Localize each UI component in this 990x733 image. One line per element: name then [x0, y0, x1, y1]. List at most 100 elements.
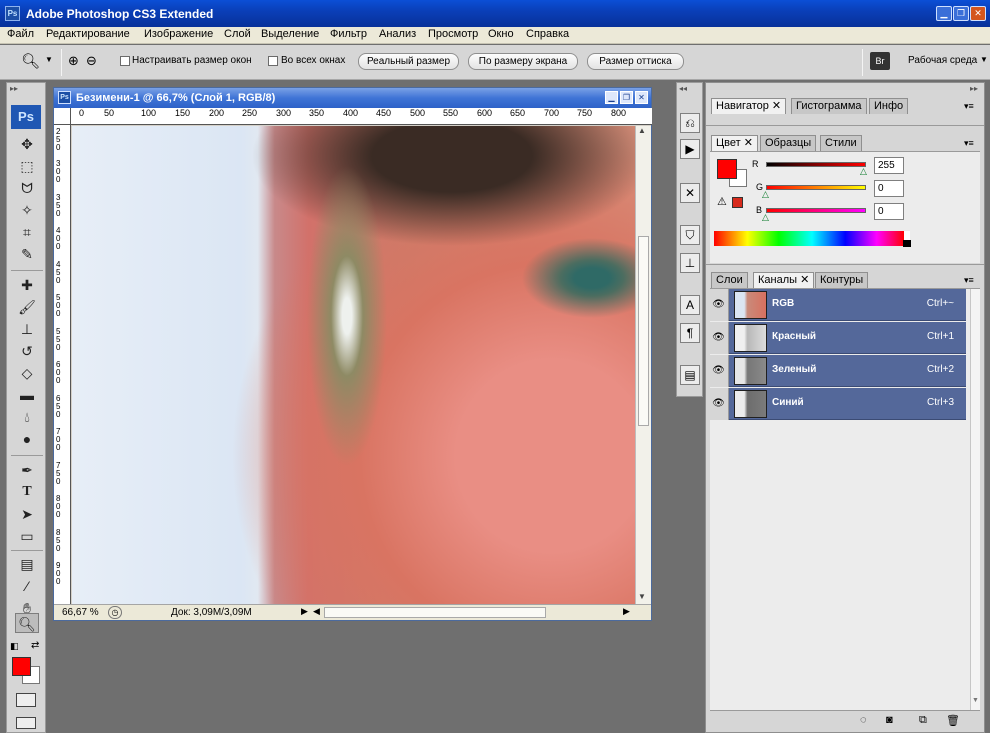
shape-tool-icon[interactable]: ▭ [15, 526, 39, 546]
load-selection-icon[interactable]: ◌ [860, 714, 867, 726]
tab-paths[interactable]: Контуры [815, 272, 869, 288]
panel-menu-icon[interactable]: ▾≡ [964, 101, 974, 112]
panel-menu-icon[interactable]: ▾≡ [964, 275, 974, 286]
collapse-icon[interactable]: ▸▸ [10, 84, 18, 93]
channel-row-red[interactable]: 👁︎ Красный Ctrl+1 [709, 322, 966, 354]
scroll-up-icon[interactable]: ▲ [638, 126, 646, 135]
zoom-out-icon[interactable]: ⊖ [86, 53, 97, 69]
horizontal-ruler[interactable]: 0 50 100 150 200 250 300 350 400 450 500… [71, 108, 652, 125]
zoom-level[interactable]: 66,67 % [62, 607, 99, 618]
green-slider[interactable] [766, 185, 866, 190]
tool-preset-dropdown-icon[interactable]: ▼ [45, 55, 53, 64]
menu-file[interactable]: Файл [7, 28, 34, 40]
photoshop-logo-icon[interactable]: Ps [11, 105, 41, 129]
blur-tool-icon[interactable]: 💧︎ [15, 407, 39, 427]
image-canvas[interactable] [72, 126, 635, 604]
history-panel-icon[interactable]: ⎌ [680, 113, 700, 133]
actual-pixels-button[interactable]: Реальный размер [358, 53, 459, 70]
visibility-eye-icon[interactable]: 👁︎ [709, 289, 729, 321]
fit-screen-button[interactable]: По размеру экрана [468, 53, 578, 70]
channel-row-blue[interactable]: 👁︎ Синий Ctrl+3 [709, 388, 966, 420]
tab-info[interactable]: Инфо [869, 98, 909, 114]
menu-analysis[interactable]: Анализ [379, 28, 416, 40]
vertical-ruler[interactable]: 2 5 0 3 0 0 3 5 0 4 0 0 4 5 0 5 0 0 5 5 … [54, 125, 71, 604]
blue-slider[interactable] [766, 208, 866, 213]
path-selection-tool-icon[interactable]: ➤ [15, 504, 39, 524]
menu-image[interactable]: Изображение [144, 28, 213, 40]
horizontal-scroll-thumb[interactable] [324, 607, 546, 618]
quick-mask-icon[interactable] [16, 693, 36, 707]
clone-stamp-tool-icon[interactable]: ⊥ [15, 319, 39, 339]
channel-row-rgb[interactable]: 👁︎ RGB Ctrl+~ [709, 289, 966, 321]
color-ramp[interactable] [714, 231, 910, 246]
tab-layers[interactable]: Слои [711, 272, 748, 288]
color-ramp-black-swatch[interactable] [903, 240, 911, 247]
foreground-color-swatch[interactable] [12, 657, 31, 676]
magic-wand-tool-icon[interactable]: ✧ [15, 200, 39, 220]
type-tool-icon[interactable]: T [15, 482, 39, 502]
menu-edit[interactable]: Редактирование [46, 28, 130, 40]
menu-help[interactable]: Справка [526, 28, 569, 40]
zoom-in-icon[interactable]: ⊕ [68, 53, 79, 69]
swap-colors-icon[interactable]: ⇄ [31, 640, 39, 651]
bridge-icon[interactable]: Br [870, 52, 890, 70]
menu-window[interactable]: Окно [488, 28, 514, 40]
tool-presets-icon[interactable]: ✕ [680, 183, 700, 203]
all-windows-checkbox[interactable] [268, 56, 278, 66]
ruler-origin[interactable] [54, 108, 71, 125]
history-brush-tool-icon[interactable]: ↺ [15, 341, 39, 361]
pen-tool-icon[interactable]: ✒ [15, 460, 39, 480]
workspace-dropdown-icon[interactable]: ▼ [980, 55, 988, 64]
workspace-menu[interactable]: Рабочая среда [908, 55, 977, 66]
save-selection-icon[interactable]: ◙ [886, 714, 893, 726]
visibility-eye-icon[interactable]: 👁︎ [709, 355, 729, 387]
minimize-button[interactable]: ▁ [936, 6, 952, 21]
close-button[interactable]: ✕ [970, 6, 986, 21]
expand-icon[interactable]: ◂◂ [679, 84, 687, 93]
document-title-bar[interactable]: Ps Безимени-1 @ 66,7% (Слой 1, RGB/8) ▁ … [54, 88, 651, 108]
delete-channel-icon[interactable]: 🗑︎ [946, 714, 960, 727]
menu-layer[interactable]: Слой [224, 28, 251, 40]
eraser-tool-icon[interactable]: ◇ [15, 363, 39, 383]
actions-panel-icon[interactable]: ▶ [680, 139, 700, 159]
blue-value-input[interactable]: 0 [874, 203, 904, 220]
character-panel-icon[interactable]: A [680, 295, 700, 315]
tab-swatches[interactable]: Образцы [760, 135, 817, 151]
lasso-tool-icon[interactable]: ᗢ [15, 178, 39, 198]
tab-navigator[interactable]: Навигатор ✕ [711, 98, 787, 114]
red-value-input[interactable]: 255 [874, 157, 904, 174]
scroll-down-icon[interactable]: ▼ [972, 697, 979, 704]
collapse-panels-icon[interactable]: ▸▸ [970, 84, 978, 93]
document-minimize-button[interactable]: ▁ [605, 91, 618, 104]
default-colors-icon[interactable]: ◧ [10, 641, 19, 652]
document-close-button[interactable]: ✕ [635, 91, 648, 104]
menu-filter[interactable]: Фильтр [330, 28, 367, 40]
notes-tool-icon[interactable]: ▤ [15, 554, 39, 574]
menu-view[interactable]: Просмотр [428, 28, 478, 40]
eyedropper-tool-icon[interactable]: ⁄ [15, 576, 39, 596]
status-info-icon[interactable]: ◷ [108, 606, 122, 619]
screen-mode-icon[interactable] [16, 717, 36, 729]
channel-row-green[interactable]: 👁︎ Зеленый Ctrl+2 [709, 355, 966, 387]
paragraph-panel-icon[interactable]: ¶ [680, 323, 700, 343]
status-menu-arrow-icon[interactable]: ▶ [301, 606, 308, 617]
tab-channels[interactable]: Каналы ✕ [753, 272, 815, 288]
scroll-right-icon[interactable]: ▶ [623, 606, 630, 617]
out-of-gamut-warning-icon[interactable]: ⚠ [717, 195, 727, 208]
tab-color[interactable]: Цвет ✕ [711, 135, 758, 151]
layer-comps-icon[interactable]: ▤ [680, 365, 700, 385]
green-value-input[interactable]: 0 [874, 180, 904, 197]
panel-menu-icon[interactable]: ▾≡ [964, 138, 974, 149]
green-slider-thumb-icon[interactable]: △ [762, 189, 769, 200]
document-maximize-button[interactable]: ❐ [620, 91, 633, 104]
print-size-button[interactable]: Размер оттиска [587, 53, 684, 70]
resize-windows-checkbox[interactable] [120, 56, 130, 66]
scroll-left-icon[interactable]: ◀ [313, 606, 320, 617]
red-slider-thumb-icon[interactable]: △ [860, 166, 867, 177]
brush-tool-icon[interactable]: 🖌︎ [15, 297, 39, 317]
brushes-panel-icon[interactable]: ⛉ [680, 225, 700, 245]
visibility-eye-icon[interactable]: 👁︎ [709, 388, 729, 420]
marquee-tool-icon[interactable]: ⬚ [15, 156, 39, 176]
gradient-tool-icon[interactable]: ▬ [15, 385, 39, 405]
tab-styles[interactable]: Стили [820, 135, 862, 151]
